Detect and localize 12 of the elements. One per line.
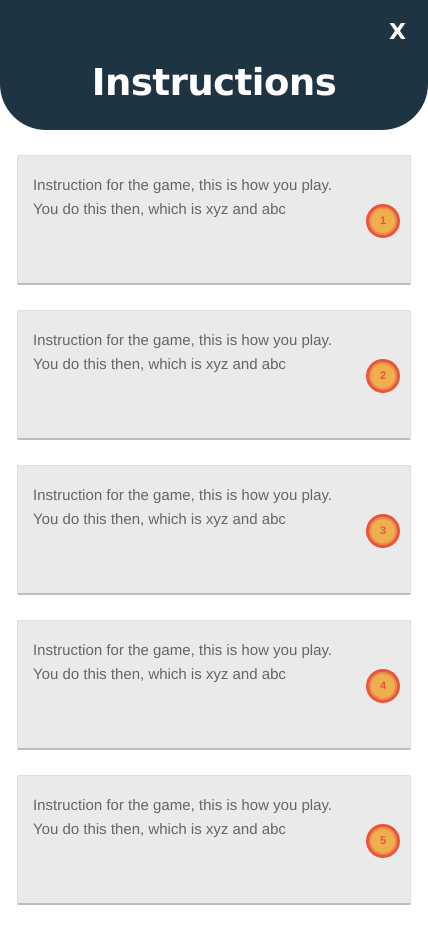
instruction-text: Instruction for the game, this is how you play. You do this then, which is xyz and abc [33,486,332,530]
step-number: 4 [366,669,400,703]
step-number: 2 [366,359,400,393]
instruction-text: Instruction for the game, this is how you play. You do this then, which is xyz and abc [33,176,332,220]
instruction-text: Instruction for the game, this is how you play. You do this then, which is xyz and abc [33,796,332,840]
step-number: 5 [366,824,400,858]
instruction-text: Instruction for the game, this is how you play. You do this then, which is xyz and abc [33,641,332,685]
instruction-text: Instruction for the game, this is how you play. You do this then, which is xyz and abc [33,331,332,375]
page-title: Instructions [92,61,336,104]
close-button[interactable]: X [389,20,406,45]
step-number: 1 [366,204,400,238]
step-number: 3 [366,514,400,548]
